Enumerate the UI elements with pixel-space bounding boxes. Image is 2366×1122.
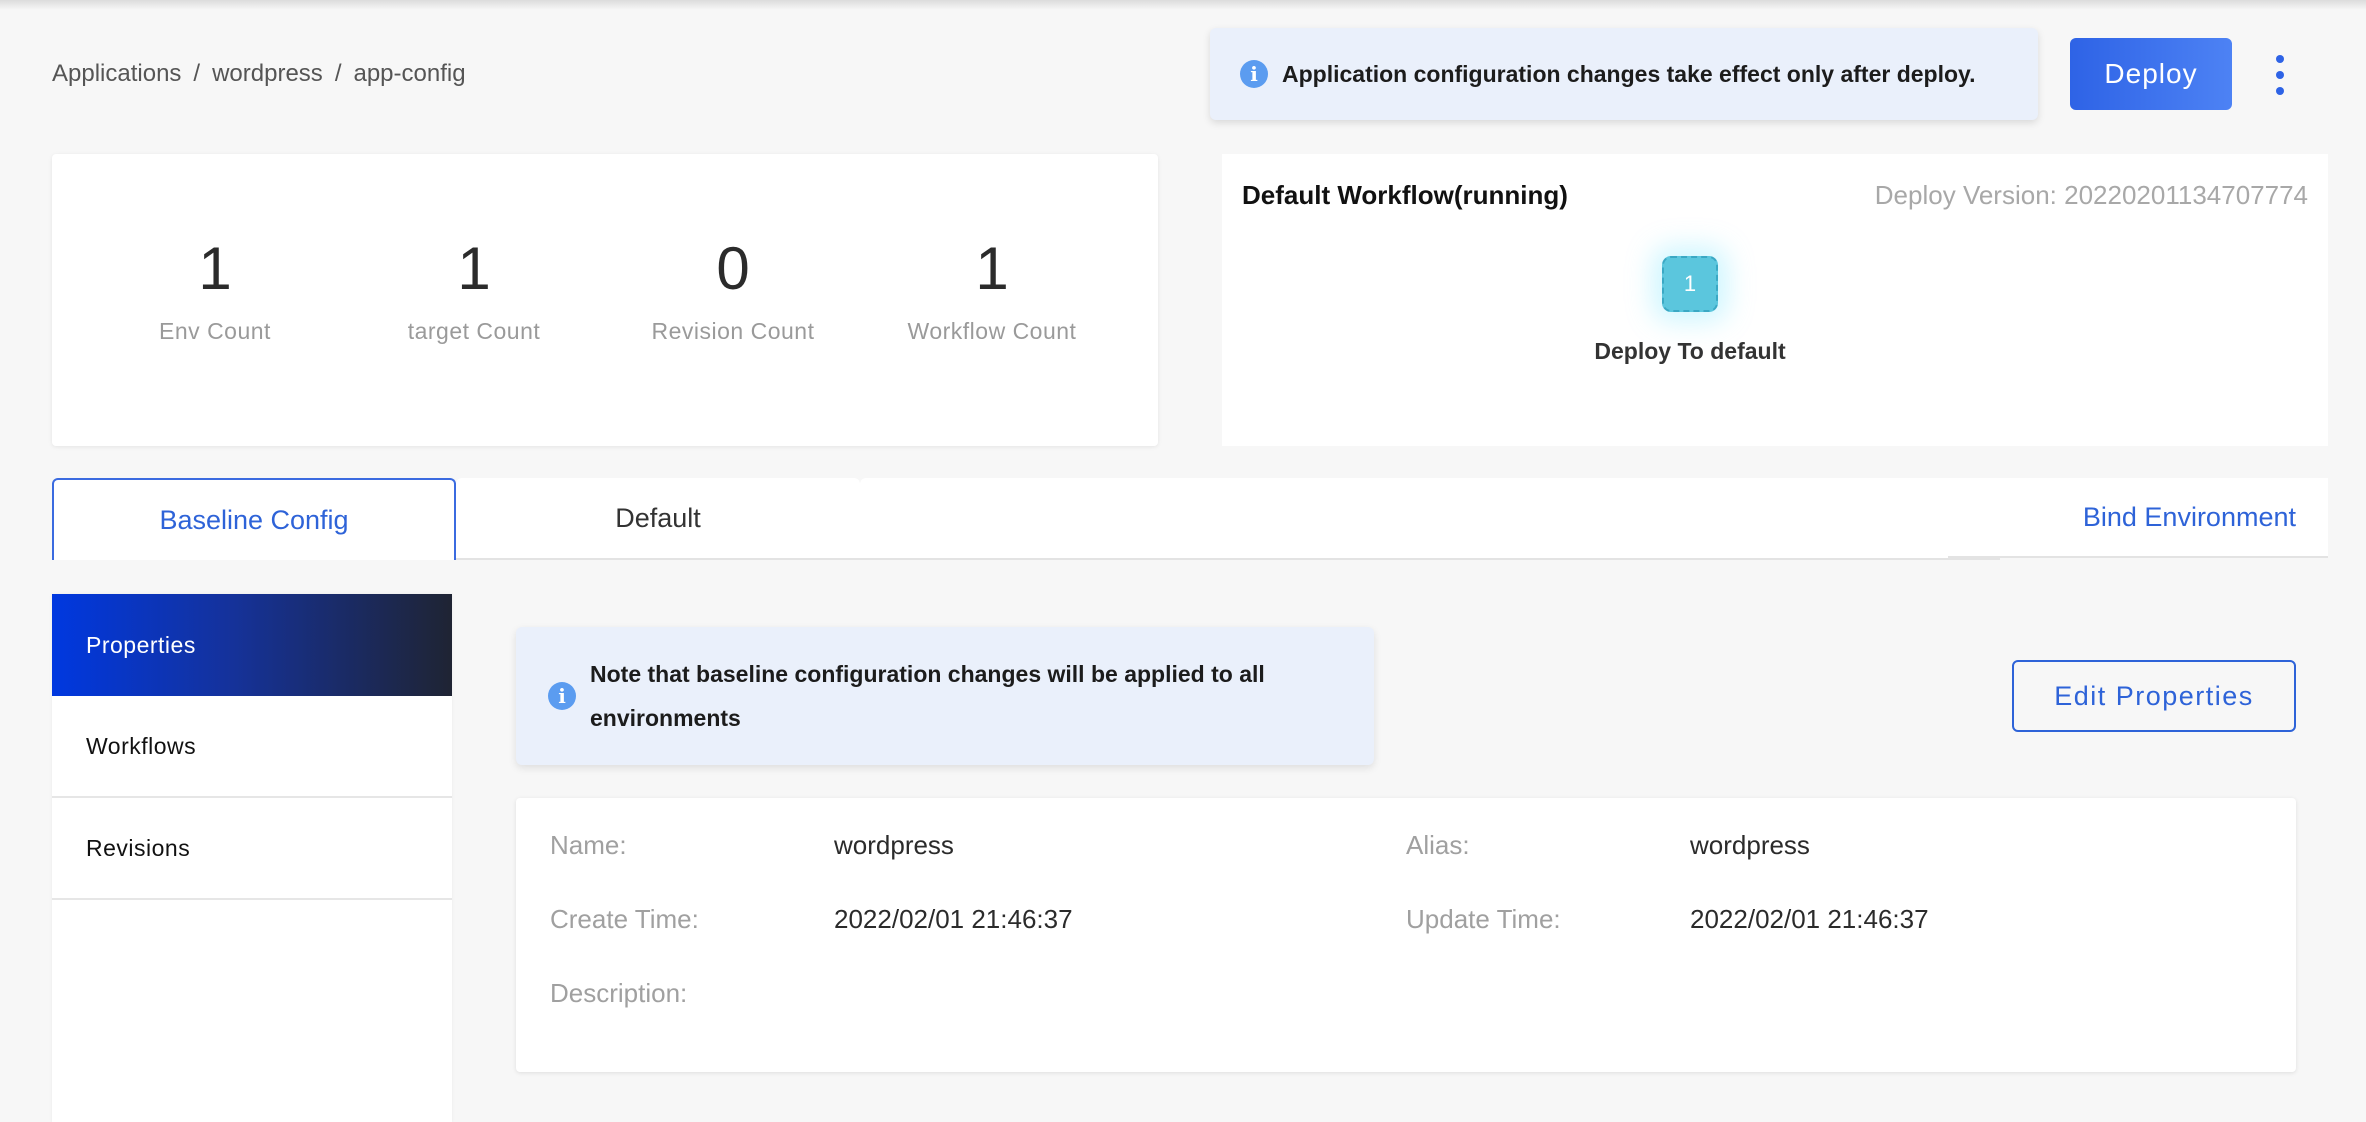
create-time-value: 2022/02/01 21:46:37: [834, 904, 1073, 934]
menu-item-revisions[interactable]: Revisions: [52, 798, 452, 900]
menu-item-properties[interactable]: Properties: [52, 594, 452, 696]
workflow-card: Default Workflow(running) Deploy Version…: [1222, 154, 2328, 446]
breadcrumb-wordpress[interactable]: wordpress: [212, 60, 323, 88]
stat-label: Revision Count: [651, 318, 815, 344]
workflow-step-node[interactable]: 1: [1662, 256, 1718, 312]
info-icon: i: [1240, 60, 1268, 88]
breadcrumb-separator: /: [334, 60, 342, 87]
baseline-notice-text: Note that baseline configuration changes…: [590, 661, 1265, 731]
breadcrumb-separator: /: [193, 60, 201, 87]
stat-value: 1: [457, 235, 491, 302]
deploy-notice: i Application configuration changes take…: [1210, 28, 2038, 120]
alias-label: Alias:: [1406, 830, 1470, 860]
side-menu: Properties Workflows Revisions: [52, 594, 452, 1122]
stat-label: target Count: [407, 318, 541, 344]
dot: [2276, 71, 2284, 79]
edit-properties-button[interactable]: Edit Properties: [2012, 660, 2296, 732]
description-label: Description:: [550, 978, 688, 1008]
info-icon: i: [548, 682, 576, 710]
deploy-version: Deploy Version: 20220201134707774: [1874, 180, 2308, 210]
update-time-label: Update Time:: [1406, 904, 1561, 934]
breadcrumb: Applications / wordpress / app-config: [52, 60, 466, 88]
tab-default[interactable]: Default: [456, 478, 860, 560]
menu-item-workflows[interactable]: Workflows: [52, 696, 452, 798]
breadcrumb-applications[interactable]: Applications: [52, 60, 181, 88]
stat-value: 1: [198, 235, 232, 302]
tab-bar-fill: [860, 478, 2000, 560]
baseline-notice: i Note that baseline configuration chang…: [516, 627, 1374, 765]
name-label: Name:: [550, 830, 627, 860]
dot: [2276, 87, 2284, 95]
bind-environment-button[interactable]: Bind Environment: [1948, 478, 2328, 558]
update-time-value: 2022/02/01 21:46:37: [1690, 904, 1929, 934]
tab-baseline-config[interactable]: Baseline Config: [52, 478, 456, 560]
name-value: wordpress: [834, 830, 954, 860]
workflow-step-label: Deploy To default: [1594, 338, 1786, 364]
stat-label: Env Count: [159, 318, 271, 344]
deploy-notice-text: Application configuration changes take e…: [1282, 60, 1976, 87]
env-tabs: Baseline Config Default Bind Environment: [52, 478, 2328, 562]
dot: [2276, 55, 2284, 63]
properties-card: Name: wordpress Alias: wordpress Create …: [516, 798, 2296, 1072]
breadcrumb-current: app-config: [353, 60, 466, 87]
stat-value: 0: [716, 235, 750, 302]
more-vertical-icon[interactable]: [2270, 55, 2290, 95]
create-time-label: Create Time:: [550, 904, 699, 934]
stats-card: 1 Env Count 1 target Count 0 Revision Co…: [52, 154, 1158, 446]
stat-value: 1: [975, 235, 1009, 302]
top-shadow: [0, 0, 2366, 10]
deploy-button[interactable]: Deploy: [2070, 38, 2232, 110]
stat-label: Workflow Count: [907, 318, 1077, 344]
workflow-title: Default Workflow(running): [1242, 180, 1568, 210]
alias-value: wordpress: [1690, 830, 1810, 860]
